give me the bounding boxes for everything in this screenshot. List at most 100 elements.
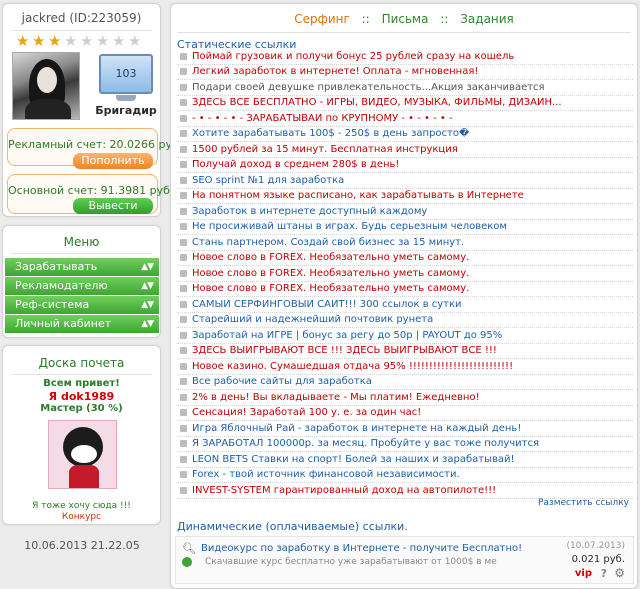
static-link-row[interactable]: Стань партнером. Создай свой бизнес за 1…: [177, 235, 633, 251]
honor-cta-link[interactable]: Я тоже хочу сюда !!!: [3, 501, 160, 511]
main-account-label: Основной счет: 91.3981 руб: [8, 184, 170, 197]
static-link-text[interactable]: Легкий заработок в интернете! Оплата - м…: [192, 66, 478, 77]
nav-surfing[interactable]: Серфинг: [294, 12, 350, 26]
static-link-text[interactable]: LEON BETS Ставки на спорт! Болей за наши…: [192, 454, 515, 465]
menu-item-cabinet[interactable]: Личный кабинет ▲▼: [5, 315, 159, 333]
static-link-row[interactable]: ЗДЕСЬ ВСЕ БЕСПЛАТНО - ИГРЫ, ВИДЕО, МУЗЫК…: [177, 96, 633, 111]
static-link-row[interactable]: Сенсация! Заработай 100 у. е. за один ча…: [177, 406, 633, 421]
withdraw-button[interactable]: Вывести: [73, 198, 153, 214]
static-link-text[interactable]: Получай доход в среднем 280$ в день!: [192, 159, 399, 170]
static-link-row[interactable]: Не просиживай штаны в играх. Будь серьез…: [177, 220, 633, 235]
static-link-text[interactable]: Сенсация! Заработай 100 у. е. за один ча…: [192, 407, 421, 418]
static-link-text[interactable]: На понятном языке расписано, как зарабат…: [192, 190, 524, 201]
place-link-button[interactable]: Разместить ссылку: [538, 498, 629, 508]
honor-avatar[interactable]: [48, 420, 117, 489]
static-link-row[interactable]: Новое слово в FOREX. Необязательно уметь…: [177, 251, 633, 266]
menu-item-referral[interactable]: Реф-система ▲▼: [5, 296, 159, 314]
monitor-stand: [116, 95, 136, 101]
static-link-text[interactable]: Игра Яблочный Рай - заработок в интернет…: [192, 423, 521, 434]
static-link-text[interactable]: 2% в день! Вы вкладываете - Мы платим! Е…: [192, 392, 480, 403]
static-link-row[interactable]: Forex - твой источник финансовой независ…: [177, 468, 633, 483]
static-link-text[interactable]: Новое слово в FOREX. Необязательно уметь…: [192, 252, 469, 263]
static-link-text[interactable]: Поймай грузовик и получи бонус 25 рублей…: [192, 51, 514, 62]
static-link-row[interactable]: ЗДЕСЬ ВЫИГРЫВАЮТ ВСЕ !!! ЗДЕСЬ ВЫИГРЫВАЮ…: [177, 344, 633, 359]
static-link-row[interactable]: Новое слово в FOREX. Необязательно уметь…: [177, 282, 633, 297]
static-link-row[interactable]: САМЫЙ СЕРФИНГОВЫЙ САЙТ!!! 300 ссылок в с…: [177, 297, 633, 313]
static-link-row[interactable]: Заработай на ИГРЕ | бонус за регу до 50р…: [177, 328, 633, 344]
contest-link[interactable]: Конкурс: [3, 512, 160, 522]
main-panel: Серфинг :: Письма :: Задания Статические…: [170, 3, 638, 589]
bullet-icon: [180, 285, 187, 293]
bullet-icon: [180, 331, 187, 339]
top-nav: Серфинг :: Письма :: Задания: [171, 12, 637, 26]
static-link-row[interactable]: Заработок в интернете доступный каждому: [177, 204, 633, 220]
static-link-row[interactable]: SEO sprint №1 для заработка: [177, 173, 633, 189]
static-link-row[interactable]: Новое слово в FOREX. Необязательно уметь…: [177, 266, 633, 282]
static-link-row[interactable]: Хотите зарабатывать 100$ - 250$ в день з…: [177, 127, 633, 142]
static-link-text[interactable]: Заработок в интернете доступный каждому: [192, 206, 427, 217]
user-panel: jackred (ID:223059) ★ ★ ★ ★ ★ ★ ★ ★ 103 Бригади…: [2, 3, 179, 217]
static-link-text[interactable]: 1500 рублей за 15 минут. Бесплатная инст…: [192, 144, 458, 155]
help-icon[interactable]: ?: [601, 567, 607, 580]
bullet-icon: [180, 83, 187, 91]
static-link-row[interactable]: Легкий заработок в интернете! Оплата - м…: [177, 65, 633, 80]
static-link-text[interactable]: - • - • - • - ЗАРАБАТЫВАЙ по КРУПНОМУ - …: [192, 113, 453, 124]
static-link-text[interactable]: Новое слово в FOREX. Необязательно уметь…: [192, 283, 469, 294]
bullet-icon: [180, 347, 187, 355]
static-link-text[interactable]: ЗДЕСЬ ВЫИГРЫВАЮТ ВСЕ !!! ЗДЕСЬ ВЫИГРЫВАЮ…: [192, 345, 497, 356]
static-link-text[interactable]: Стань партнером. Создай свой бизнес за 1…: [192, 237, 464, 248]
static-link-row[interactable]: Я ЗАРАБОТАЛ 100000р. за месяц. Пробуйте …: [177, 437, 633, 452]
static-link-row[interactable]: Старейший и надежнейший почтовик рунета: [177, 313, 633, 328]
honor-board-title: Доска почета: [38, 356, 125, 370]
static-link-row[interactable]: Игра Яблочный Рай - заработок в интернет…: [177, 421, 633, 437]
static-link-row[interactable]: Поймай грузовик и получи бонус 25 рублей…: [177, 49, 633, 65]
static-link-row[interactable]: Все рабочие сайты для заработка: [177, 375, 633, 390]
static-link-row[interactable]: INVEST-SYSTEM гарантированный доход на а…: [177, 483, 633, 499]
avatar[interactable]: [12, 52, 80, 120]
static-link-text[interactable]: Новое казино. Сумашедшая отдача 95% !!!!…: [192, 361, 513, 372]
honor-user[interactable]: Я dok1989: [3, 390, 160, 403]
static-link-text[interactable]: Заработай на ИГРЕ | бонус за регу до 50р…: [192, 330, 502, 341]
static-link-text[interactable]: Подари своей девушке привлекательность..…: [192, 82, 545, 93]
gear-icon[interactable]: ⚙: [614, 566, 625, 580]
menu-item-label: Реф-система: [15, 298, 90, 311]
static-link-text[interactable]: ЗДЕСЬ ВСЕ БЕСПЛАТНО - ИГРЫ, ВИДЕО, МУЗЫК…: [192, 97, 562, 108]
static-link-row[interactable]: 1500 рублей за 15 минут. Бесплатная инст…: [177, 142, 633, 158]
static-link-row[interactable]: Подари своей девушке привлекательность..…: [177, 80, 633, 96]
nav-separator: ::: [440, 12, 449, 26]
static-link-row[interactable]: Получай доход в среднем 280$ в день!: [177, 158, 633, 173]
menu-item-advertiser[interactable]: Рекламодателю ▲▼: [5, 277, 159, 295]
menu-title: Меню: [63, 235, 100, 249]
static-link-row[interactable]: LEON BETS Ставки на спорт! Болей за наши…: [177, 452, 633, 468]
bullet-icon: [180, 192, 187, 200]
vip-badge[interactable]: vip: [575, 568, 592, 579]
menu-item-earn[interactable]: Зарабатывать ▲▼: [5, 258, 159, 276]
honor-rank: Мастер (30 %): [40, 403, 123, 414]
nav-letters[interactable]: Письма: [382, 12, 429, 26]
static-link-text[interactable]: Я ЗАРАБОТАЛ 100000р. за месяц. Пробуйте …: [192, 438, 539, 449]
static-link-row[interactable]: Новое казино. Сумашедшая отдача 95% !!!!…: [177, 359, 633, 375]
static-link-text[interactable]: Старейший и надежнейший почтовик рунета: [192, 314, 433, 325]
nav-tasks[interactable]: Задания: [460, 12, 514, 26]
static-link-text[interactable]: SEO sprint №1 для заработка: [192, 175, 344, 186]
expand-arrows-icon: ▲▼: [141, 319, 154, 329]
static-link-text[interactable]: Forex - твой источник финансовой независ…: [192, 469, 460, 480]
static-link-row[interactable]: - • - • - • - ЗАРАБАТЫВАЙ по КРУПНОМУ - …: [177, 111, 633, 127]
dynamic-link[interactable]: Видеокурс по заработку в Интернете - пол…: [201, 543, 522, 554]
bullet-icon: [180, 424, 187, 432]
top-up-button[interactable]: Пополнить: [73, 153, 153, 169]
static-link-text[interactable]: Не просиживай штаны в играх. Будь серьез…: [192, 221, 507, 232]
static-link-text[interactable]: САМЫЙ СЕРФИНГОВЫЙ САЙТ!!! 300 ссылок в с…: [192, 299, 462, 310]
static-link-text[interactable]: Новое слово в FOREX. Необязательно уметь…: [192, 268, 469, 279]
star-filled-icon: ★: [48, 32, 62, 50]
bullet-icon: [180, 207, 187, 215]
static-link-text[interactable]: Все рабочие сайты для заработка: [192, 376, 372, 387]
bullet-icon: [180, 176, 187, 184]
expand-arrows-icon: ▲▼: [141, 262, 154, 272]
divider: [11, 30, 152, 31]
menu-item-label: Личный кабинет: [15, 317, 112, 330]
static-link-row[interactable]: 2% в день! Вы вкладываете - Мы платим! Е…: [177, 390, 633, 406]
static-link-text[interactable]: INVEST-SYSTEM гарантированный доход на а…: [192, 485, 496, 496]
static-link-row[interactable]: На понятном языке расписано, как зарабат…: [177, 189, 633, 204]
static-link-text[interactable]: Хотите зарабатывать 100$ - 250$ в день з…: [192, 128, 469, 139]
